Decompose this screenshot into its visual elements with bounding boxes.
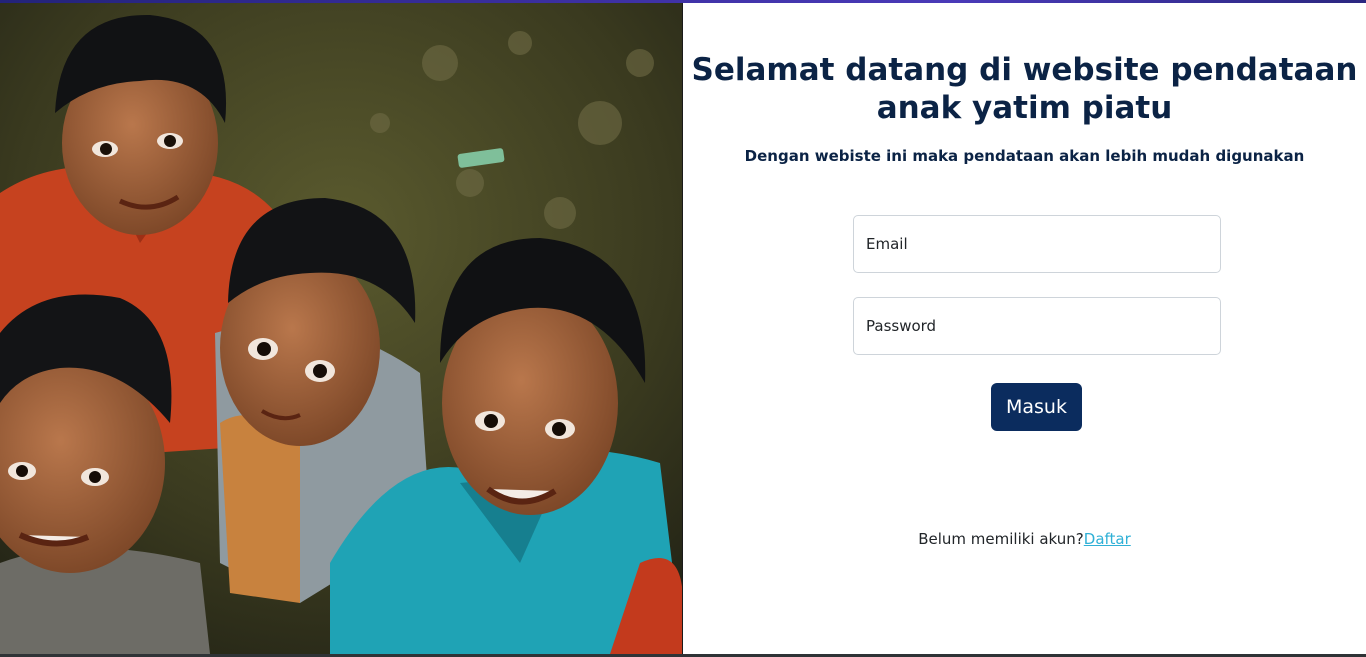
login-panel: Selamat datang di website pendataan anak… (683, 3, 1366, 654)
page-subtitle: Dengan webiste ini maka pendataan akan l… (744, 147, 1305, 165)
page-title: Selamat datang di website pendataan anak… (691, 52, 1358, 126)
hero-photo (0, 3, 683, 654)
register-link[interactable]: Daftar (1084, 530, 1131, 548)
children-photo-illustration (0, 3, 682, 654)
login-button[interactable]: Masuk (991, 383, 1082, 431)
password-input[interactable] (853, 297, 1221, 355)
register-prompt-text: Belum memiliki akun? (918, 530, 1084, 548)
register-prompt: Belum memiliki akun?Daftar (683, 529, 1366, 549)
email-input[interactable] (853, 215, 1221, 273)
